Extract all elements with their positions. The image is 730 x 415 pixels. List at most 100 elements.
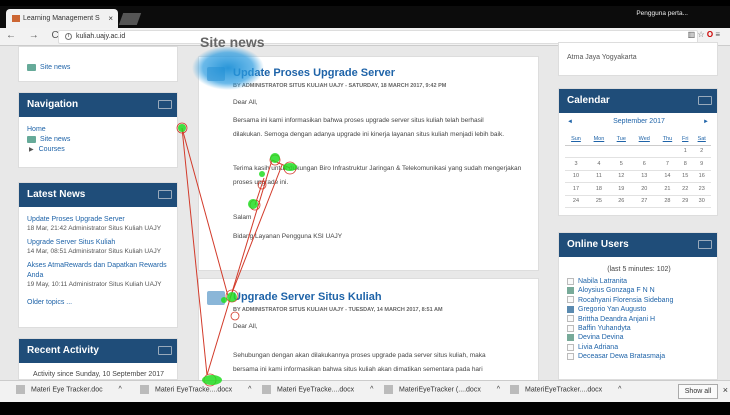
online-user-item[interactable]: Nabila Latranita: [567, 277, 673, 286]
weekday: Mon: [586, 133, 611, 146]
calendar-day[interactable]: 9: [692, 157, 711, 171]
calendar-next-icon[interactable]: ►: [703, 119, 709, 125]
calendar-day[interactable]: [631, 145, 657, 158]
chevron-up-icon[interactable]: ^: [248, 386, 251, 393]
post-title[interactable]: Upgrade Server Situs Kuliah: [233, 291, 382, 303]
document-icon: [384, 385, 393, 394]
calendar-day[interactable]: 23: [692, 182, 711, 196]
calendar-day[interactable]: 7: [656, 157, 679, 171]
online-user-item[interactable]: Brittha Deandra Anjani H: [567, 315, 673, 324]
calendar-day[interactable]: 10: [565, 170, 587, 183]
calendar-day[interactable]: 11: [586, 170, 611, 183]
calendar-day[interactable]: 20: [631, 182, 657, 196]
nav-home-link[interactable]: Home: [27, 125, 46, 135]
calendar-day[interactable]: 17: [565, 182, 587, 196]
online-user-item[interactable]: Gregorio Yan Augusto: [567, 305, 673, 314]
calendar-day[interactable]: 18: [586, 182, 611, 196]
calendar-day[interactable]: 14: [656, 170, 679, 183]
calendar-day[interactable]: 15: [678, 170, 693, 183]
show-all-button[interactable]: Show all: [678, 384, 718, 399]
download-item[interactable]: Materi EyeTracke....docx ^: [262, 385, 373, 394]
recent-activity-block: Recent Activity Activity since Sunday, 1…: [18, 338, 178, 380]
block-controls-icon[interactable]: [158, 346, 172, 355]
calendar-day[interactable]: 25: [586, 195, 611, 208]
expand-arrow-icon[interactable]: ▶: [29, 147, 34, 153]
online-user-item[interactable]: Devina Devina: [567, 333, 673, 342]
news-item-title[interactable]: Update Proses Upgrade Server: [27, 215, 177, 225]
block-controls-icon[interactable]: [698, 240, 712, 249]
chevron-up-icon[interactable]: ^: [497, 386, 500, 393]
download-item[interactable]: Materi Eye Tracker.doc ^: [16, 385, 122, 394]
calendar-day[interactable]: [610, 145, 632, 158]
download-item[interactable]: Materi EyeTracke....docx ^: [140, 385, 251, 394]
calendar-day[interactable]: 8: [678, 157, 693, 171]
menu-icon[interactable]: ≡: [715, 30, 720, 39]
weekday: Tue: [610, 133, 632, 146]
download-item[interactable]: MateriEyeTracker (....docx ^: [384, 385, 500, 394]
calendar-week: 17 18 19 20 21 22 23: [565, 182, 711, 196]
online-user-name: Brittha Deandra Anjani H: [578, 315, 656, 323]
moodle-page: Site news Navigation Home Site news ▶ Cou…: [0, 34, 730, 388]
calendar-day[interactable]: 19: [610, 182, 632, 196]
download-filename: Materi Eye Tracker.doc: [31, 386, 103, 394]
site-news-link[interactable]: Site news: [40, 64, 70, 71]
calendar-day[interactable]: 4: [586, 157, 611, 171]
calendar-day[interactable]: [656, 145, 679, 158]
browser-tab-bar: Learning Management S × Pengguna perta..…: [0, 6, 730, 28]
bookmark-icons[interactable]: ▥ ☆: [688, 30, 705, 39]
calendar-day[interactable]: 27: [631, 195, 657, 208]
news-item-title[interactable]: Upgrade Server Situs Kuliah: [27, 238, 177, 248]
news-list: Update Proses Upgrade Server 18 Mar, 21:…: [27, 215, 177, 308]
profile-name[interactable]: Pengguna perta...: [636, 10, 688, 17]
block-controls-icon[interactable]: [158, 190, 172, 199]
weekday: Wed: [631, 133, 657, 146]
calendar-day[interactable]: 6: [631, 157, 657, 171]
download-item[interactable]: MateriEyeTracker....docx ^: [510, 385, 621, 394]
chevron-up-icon[interactable]: ^: [119, 386, 122, 393]
nav-site-news-link[interactable]: Site news: [40, 136, 70, 143]
back-forward-reload-icons[interactable]: ← → C: [6, 30, 64, 41]
post-title[interactable]: Update Proses Upgrade Server: [233, 67, 395, 79]
block-controls-icon[interactable]: [158, 100, 172, 109]
news-icon: [27, 135, 36, 143]
online-user-item[interactable]: Rocahyani Florensia Sidebang: [567, 296, 673, 305]
calendar-day[interactable]: 12: [610, 170, 632, 183]
download-filename: MateriEyeTracker (....docx: [399, 386, 481, 394]
calendar-day[interactable]: [565, 145, 587, 158]
calendar-weekday-row: Sun Mon Tue Wed Thu Fri Sat: [565, 133, 711, 146]
calendar-day[interactable]: 28: [656, 195, 679, 208]
close-downloads-icon[interactable]: ×: [723, 385, 728, 395]
calendar-day[interactable]: 2: [692, 145, 711, 158]
online-user-item[interactable]: Deceasar Dewa Bratasmaja: [567, 352, 673, 361]
browser-tab[interactable]: Learning Management S ×: [6, 9, 118, 28]
new-tab-button[interactable]: [118, 13, 142, 25]
block-controls-icon[interactable]: [698, 96, 712, 105]
online-user-item[interactable]: Baffin Yuhandyta: [567, 324, 673, 333]
downloads-bar: Materi Eye Tracker.doc ^ Materi EyeTrack…: [0, 380, 730, 402]
activity-since: Activity since Sunday, 10 September 2017: [33, 371, 165, 378]
info-icon[interactable]: i: [65, 32, 72, 40]
calendar-day[interactable]: 26: [610, 195, 632, 208]
online-user-item[interactable]: Aloysius Gonzaga F N N: [567, 286, 673, 295]
older-topics-link[interactable]: Older topics ...: [27, 298, 177, 308]
calendar-day[interactable]: 16: [692, 170, 711, 183]
calendar-day[interactable]: [586, 145, 611, 158]
news-item-title[interactable]: Akses AtmaRewards dan Dapatkan Rewards A…: [27, 261, 177, 281]
post-text-line: proses upgrade ini.: [233, 179, 289, 186]
calendar-day[interactable]: 13: [631, 170, 657, 183]
calendar-day[interactable]: 1: [678, 145, 693, 158]
calendar-day[interactable]: 24: [565, 195, 587, 208]
nav-courses-link[interactable]: Courses: [39, 146, 65, 153]
chevron-up-icon[interactable]: ^: [618, 386, 621, 393]
calendar-day[interactable]: 5: [610, 157, 632, 171]
chevron-up-icon[interactable]: ^: [370, 386, 373, 393]
opera-icon[interactable]: O: [707, 30, 713, 39]
calendar-day[interactable]: 22: [678, 182, 693, 196]
calendar-month[interactable]: September 2017: [559, 118, 719, 125]
close-tab-icon[interactable]: ×: [108, 9, 113, 28]
calendar-day[interactable]: 21: [656, 182, 679, 196]
calendar-day[interactable]: 3: [565, 157, 587, 171]
calendar-day[interactable]: 29: [678, 195, 693, 208]
online-user-item[interactable]: Livia Adriana: [567, 343, 673, 352]
calendar-day[interactable]: 30: [692, 195, 711, 208]
